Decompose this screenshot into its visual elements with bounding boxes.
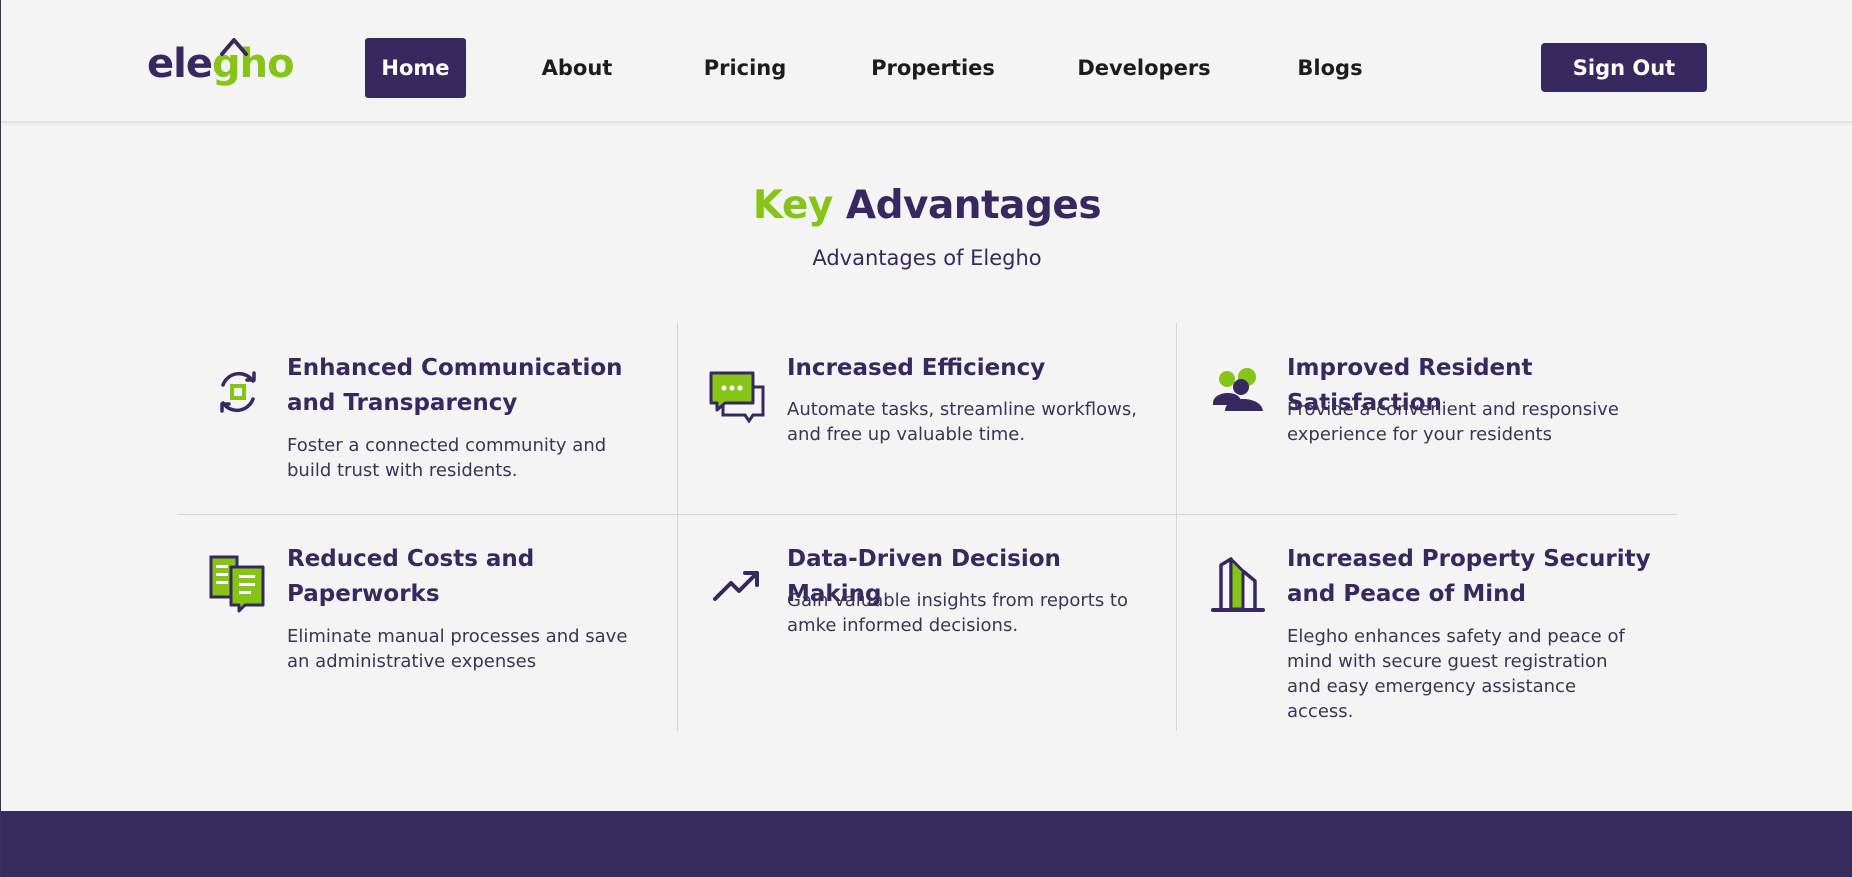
advantage-card: Data-Driven Decision Making Gain valuabl… (677, 515, 1177, 731)
section-subtitle: Advantages of Elegho (812, 246, 1042, 270)
nav-blogs[interactable]: Blogs (1291, 38, 1369, 98)
advantage-card: Reduced Costs and Paperworks Eliminate m… (177, 515, 677, 731)
sign-out-button[interactable]: Sign Out (1541, 43, 1707, 92)
nav-properties[interactable]: Properties (871, 38, 995, 98)
card-description: Gain valuable insights from reports to a… (787, 590, 1128, 636)
users-icon (1213, 368, 1263, 411)
nav-home[interactable]: Home (365, 38, 466, 98)
section-title-accent: Key (752, 183, 833, 228)
building-icon (1211, 557, 1265, 612)
card-description: Provide a convenient and responsive expe… (1287, 399, 1619, 445)
advantage-card: Enhanced Communication and Transparency … (177, 323, 677, 514)
section-title: Key Advantages (1, 183, 1852, 228)
card-title: Increased Efficiency (787, 355, 1046, 381)
card-title: Increased Property Security and Peace of… (1287, 546, 1651, 607)
chat-bubbles-icon (709, 371, 765, 423)
advantages-grid: Enhanced Communication and Transparency … (177, 323, 1677, 731)
footer-band (1, 811, 1852, 877)
card-description: Automate tasks, streamline workflows, an… (787, 399, 1137, 445)
refresh-cycle-icon (220, 371, 256, 413)
advantage-card: Improved Resident Satisfaction Provide a… (1177, 323, 1677, 514)
section-title-rest: Advantages (845, 183, 1102, 228)
card-description: Eliminate manual processes and save an a… (287, 626, 628, 672)
card-title: Reduced Costs and Paperworks (287, 546, 535, 607)
card-title: Enhanced Communication and Transparency (287, 355, 623, 416)
card-description: Elegho enhances safety and peace of mind… (1287, 626, 1625, 722)
advantage-card: Increased Property Security and Peace of… (1177, 515, 1677, 731)
advantage-card: Increased Efficiency Automate tasks, str… (677, 323, 1177, 514)
card-description: Foster a connected community and build t… (287, 435, 607, 481)
trending-up-icon (713, 571, 759, 601)
nav-pricing[interactable]: Pricing (695, 38, 795, 98)
site-header: elegho Home About Pricing Properties Dev… (1, 0, 1852, 123)
documents-icon (209, 555, 265, 613)
nav-about[interactable]: About (533, 38, 621, 98)
nav-developers[interactable]: Developers (1077, 38, 1210, 98)
